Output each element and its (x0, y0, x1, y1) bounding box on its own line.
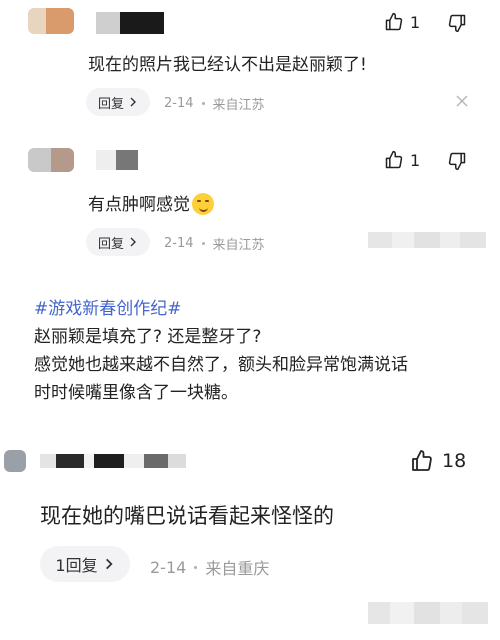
post-line: 时时候嘴里像含了一块糖。 (34, 383, 238, 403)
reply-button[interactable]: 回复 (86, 228, 150, 256)
comment-date: 2-14 (164, 236, 194, 251)
chevron-right-icon (130, 97, 136, 107)
avatar[interactable] (28, 8, 74, 34)
comment-location: 来自江苏 (212, 98, 265, 113)
like-button[interactable]: 18 (410, 449, 466, 473)
reply-label: 回复 (97, 236, 124, 252)
separator-dot (201, 102, 205, 105)
like-count: 18 (442, 450, 467, 472)
comment-date: 2-14 (150, 557, 187, 577)
dislike-button[interactable] (447, 151, 467, 171)
reply-label: 1回复 (55, 556, 98, 575)
post-line: 赵丽颖是填充了? 还是整牙了? (34, 327, 262, 347)
dislike-button[interactable] (447, 13, 467, 33)
comment-text: 现在的照片我已经认不出是赵丽颖了! (88, 55, 367, 75)
avatar[interactable] (4, 450, 26, 472)
comment-text-content: 有点肿啊感觉 (88, 195, 190, 215)
post-tag[interactable]: #游戏新春创作纪# (34, 294, 182, 319)
close-icon[interactable] (455, 92, 469, 113)
comment-meta: 2-14 来自江苏 (164, 234, 265, 253)
reply-label: 回复 (97, 96, 124, 112)
comment-location: 来自江苏 (212, 238, 265, 253)
comment-meta: 2-14 来自重庆 (150, 555, 269, 579)
separator-dot (201, 242, 205, 245)
chevron-right-icon (105, 558, 113, 570)
chevron-right-icon (130, 237, 136, 247)
thumbs-down-icon (448, 14, 466, 33)
like-count: 1 (410, 150, 421, 170)
reply-button[interactable]: 1回复 (40, 546, 130, 582)
reply-button[interactable]: 回复 (86, 88, 150, 116)
thumbs-up-icon (385, 150, 403, 169)
post-line: 感觉她也越来越不自然了，额头和脸异常饱满说话 (34, 355, 408, 375)
comment-date: 2-14 (164, 96, 194, 111)
like-count: 1 (410, 12, 421, 32)
watermark-blurred (368, 602, 488, 624)
comment-location: 来自重庆 (205, 559, 270, 578)
like-button[interactable]: 1 (384, 150, 420, 170)
thumbs-up-icon (385, 12, 403, 31)
comment-meta: 2-14 来自江苏 (164, 94, 265, 113)
thumbs-up-icon (412, 450, 432, 471)
username-blurred[interactable] (96, 150, 138, 170)
avatar[interactable] (28, 148, 74, 172)
like-button[interactable]: 1 (384, 12, 420, 32)
comment-text: 有点肿啊感觉 (88, 190, 214, 215)
thumbs-down-icon (448, 152, 466, 171)
username-blurred[interactable] (96, 12, 164, 34)
username-blurred[interactable] (40, 454, 186, 468)
separator-dot (194, 565, 198, 569)
watermark-blurred (368, 232, 486, 248)
comment-text: 现在她的嘴巴说话看起来怪怪的 (40, 504, 334, 528)
smirk-emoji-icon (192, 193, 214, 215)
